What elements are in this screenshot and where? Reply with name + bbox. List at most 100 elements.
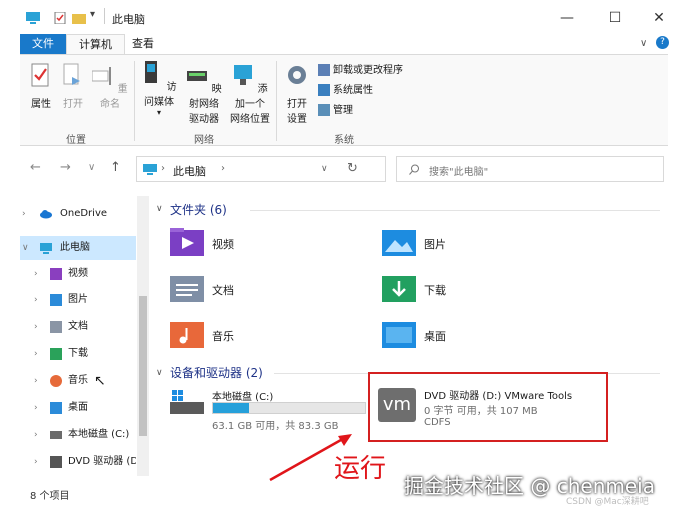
minimize-button[interactable]: — <box>544 6 590 30</box>
picture-folder-icon <box>382 230 416 256</box>
document-icon <box>50 321 62 333</box>
close-button[interactable]: ✕ <box>636 6 682 30</box>
folder-label: 下载 <box>424 284 446 297</box>
folder-desktop[interactable]: 桌面 <box>382 318 582 358</box>
map-network-drive-button[interactable]: 映射网络 驱动器 <box>182 63 226 125</box>
address-text: 此电脑 <box>173 165 206 178</box>
sidebar-item-label: 此电脑 <box>60 242 90 253</box>
refresh-button[interactable]: ↻ <box>347 161 358 176</box>
tab-file[interactable]: 文件 <box>20 34 66 54</box>
chevron-right-icon[interactable]: › <box>34 369 38 393</box>
file-list: ∨ 文件夹 (6) 视频 图片 文档 下载 音乐 桌面 ∨ 设备和驱动器 (2)… <box>150 196 668 496</box>
computer-icon <box>26 12 40 24</box>
recent-locations-button[interactable]: ∨ <box>88 162 95 173</box>
music-folder-icon <box>170 322 204 348</box>
open-button[interactable]: 打开 <box>60 63 86 110</box>
chevron-right-icon[interactable]: › <box>34 450 38 474</box>
music-icon <box>50 375 62 387</box>
group-system-label: 系统 <box>334 135 354 146</box>
sidebar-item-this-pc[interactable]: ∨ 此电脑 <box>20 236 136 260</box>
chevron-right-icon[interactable]: › <box>34 315 38 339</box>
disk-icon <box>170 390 204 414</box>
sidebar-item-local-disk[interactable]: › 本地磁盘 (C:) <box>20 423 136 447</box>
divider <box>134 61 135 141</box>
chevron-right-icon[interactable]: › <box>34 288 38 312</box>
highlight-box <box>368 372 608 442</box>
new-folder-quick-icon[interactable] <box>72 12 86 24</box>
folder-documents[interactable]: 文档 <box>170 272 370 312</box>
manage-label: 管理 <box>333 105 353 116</box>
properties-button[interactable]: 属性 <box>28 63 54 110</box>
tab-view[interactable]: 查看 <box>120 34 166 54</box>
folder-music[interactable]: 音乐 <box>170 318 370 358</box>
sidebar-item-desktop[interactable]: › 桌面 <box>20 396 136 420</box>
quick-access-dropdown-icon[interactable]: ▾ <box>90 9 95 20</box>
drive-c[interactable]: 本地磁盘 (C:) 63.1 GB 可用，共 83.3 GB <box>170 386 370 432</box>
scrollbar-thumb[interactable] <box>139 296 147 436</box>
address-bar[interactable]: › 此电脑 › ∨ ↻ <box>136 156 386 182</box>
access-media-button[interactable]: 访问媒体 ▾ <box>138 61 180 117</box>
folders-section-header[interactable]: 文件夹 (6) <box>170 201 227 218</box>
dvd-icon <box>50 456 62 468</box>
sidebar-item-pictures[interactable]: › 图片 <box>20 288 136 312</box>
cloud-icon <box>40 210 52 219</box>
drive-c-name: 本地磁盘 (C:) <box>212 392 274 403</box>
back-button[interactable]: ← <box>30 160 41 175</box>
sidebar-item-downloads[interactable]: › 下载 <box>20 342 136 366</box>
open-label: 打开 <box>63 99 83 110</box>
group-location-label: 位置 <box>66 135 86 146</box>
network-drive-icon <box>187 71 208 81</box>
chevron-right-icon[interactable]: › <box>22 202 26 226</box>
chevron-right-icon[interactable]: › <box>34 342 38 366</box>
chevron-right-icon[interactable]: › <box>34 396 38 420</box>
folder-downloads[interactable]: 下载 <box>382 272 582 312</box>
chevron-down-icon[interactable]: ∨ <box>22 236 29 260</box>
disk-icon <box>50 431 62 439</box>
add-network-location-button[interactable]: 添加一个 网络位置 <box>228 63 272 125</box>
system-properties-button[interactable]: 系统属性 <box>318 83 373 99</box>
forward-button[interactable]: → <box>60 160 71 175</box>
properties-quick-icon[interactable] <box>54 12 68 24</box>
drives-section-header[interactable]: 设备和驱动器 (2) <box>170 364 263 381</box>
tab-computer[interactable]: 计算机 <box>66 34 125 54</box>
document-folder-icon <box>170 276 204 302</box>
network-location-icon <box>234 65 253 85</box>
sidebar-item-videos[interactable]: › 视频 <box>20 262 136 286</box>
sidebar-item-label: 本地磁盘 (C:) <box>68 429 130 440</box>
sidebar-item-music[interactable]: › 音乐 ↖ <box>20 369 136 393</box>
sidebar-item-dvd-drive[interactable]: › DVD 驱动器 (D <box>20 450 136 474</box>
divider <box>104 8 105 24</box>
sidebar-item-onedrive[interactable]: › OneDrive <box>20 202 136 226</box>
ribbon-expand-icon[interactable]: ∨ <box>640 38 647 49</box>
rename-icon <box>91 67 112 85</box>
maximize-button[interactable]: ☐ <box>592 6 638 30</box>
uninstall-program-button[interactable]: 卸载或更改程序 <box>318 63 403 79</box>
manage-icon <box>318 104 330 116</box>
sidebar-scrollbar[interactable] <box>137 196 149 476</box>
folder-videos[interactable]: 视频 <box>170 226 370 266</box>
chevron-right-icon[interactable]: › <box>34 262 38 286</box>
media-icon <box>145 61 158 83</box>
breadcrumb-chevron-icon[interactable]: › <box>221 163 225 174</box>
search-input[interactable]: 搜索"此电脑" <box>396 156 664 182</box>
address-dropdown-button[interactable]: ∨ <box>321 164 328 174</box>
desktop-icon <box>50 402 62 414</box>
folder-pictures[interactable]: 图片 <box>382 226 582 266</box>
group-network-label: 网络 <box>194 135 214 146</box>
help-icon[interactable]: ? <box>656 36 669 49</box>
up-button[interactable]: ↑ <box>110 160 121 175</box>
divider <box>250 210 660 211</box>
folder-label: 图片 <box>424 238 446 251</box>
collapse-chevron-icon[interactable]: ∨ <box>156 368 163 378</box>
open-settings-button[interactable]: 打开 设置 <box>282 63 312 125</box>
sidebar-item-documents[interactable]: › 文档 <box>20 315 136 339</box>
manage-button[interactable]: 管理 <box>318 103 353 119</box>
chevron-right-icon[interactable]: › <box>34 423 38 447</box>
programs-icon <box>318 64 330 76</box>
collapse-chevron-icon[interactable]: ∨ <box>156 204 163 214</box>
rename-button[interactable]: 重命名 <box>91 63 128 110</box>
drive-c-usage-fill <box>213 403 250 413</box>
download-icon <box>50 348 62 360</box>
uninstall-label: 卸载或更改程序 <box>333 65 403 76</box>
sidebar-item-label: 视频 <box>68 268 88 279</box>
